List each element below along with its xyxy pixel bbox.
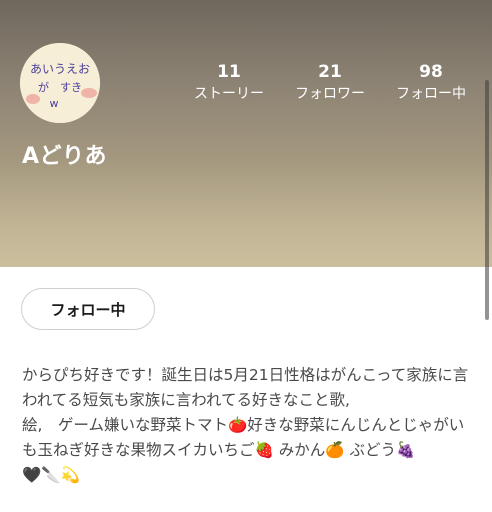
avatar-handwriting-line2: が すき	[38, 80, 82, 94]
followers-label: フォロワー	[295, 86, 365, 102]
stat-following[interactable]: 98 フォロー中	[388, 62, 474, 104]
following-count: 98	[419, 62, 443, 82]
avatar-handwriting-line1: あいうえお	[30, 62, 90, 76]
following-button[interactable]: フォロー中	[21, 288, 155, 330]
avatar[interactable]: あいうえお が すき w	[20, 43, 100, 123]
avatar-drawing: あいうえお が すき w	[20, 43, 100, 123]
scrollbar[interactable]	[485, 80, 489, 320]
profile-header: あいうえお が すき w 11 ストーリー 21 フォロワー 98 フォロー中 …	[0, 0, 492, 267]
following-label: フォロー中	[396, 86, 466, 102]
stories-label: ストーリー	[194, 86, 264, 102]
stat-followers[interactable]: 21 フォロワー	[288, 62, 372, 104]
stories-count: 11	[217, 62, 241, 82]
profile-name: Aどりあ	[22, 144, 108, 169]
avatar-handwriting-line3: w	[50, 97, 59, 110]
stat-stories[interactable]: 11 ストーリー	[188, 62, 270, 104]
followers-count: 21	[318, 62, 342, 82]
profile-bio: からぴち好きです！誕生日は5月21日性格はがんこって家族に言われてる短気も家族に…	[22, 366, 469, 484]
